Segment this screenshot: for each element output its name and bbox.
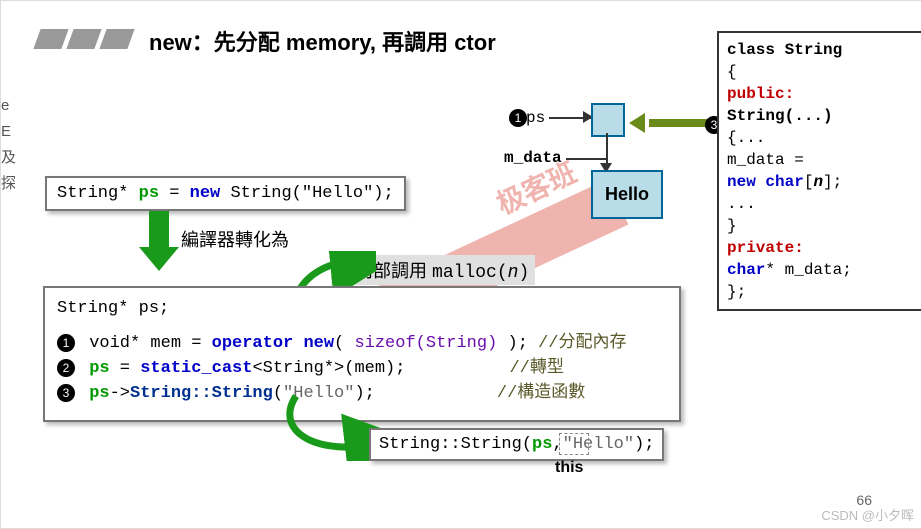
this-label: this xyxy=(555,459,583,477)
ps-box xyxy=(591,103,625,137)
ctor-call-box: String::String(ps,"Hello"); xyxy=(369,428,664,461)
step-2-badge: 2 xyxy=(57,359,75,377)
translate-label: 編譯器轉化為 xyxy=(181,226,289,252)
sidebar-cutoff: e E 及 探 xyxy=(1,93,15,197)
title-bars xyxy=(37,29,136,49)
slide-title: new：先分配 memory, 再調用 ctor xyxy=(149,25,496,57)
step-1-badge: 1 xyxy=(57,334,75,352)
arrow-down-icon xyxy=(141,211,177,271)
class-definition: class String { public: String(...) {... … xyxy=(717,31,921,311)
code-original: String* ps = new String("Hello"); xyxy=(45,176,406,211)
hello-box: Hello xyxy=(591,170,663,219)
mdata-label: m_data xyxy=(504,149,562,167)
csdn-attribution: CSDN @小夕晖 xyxy=(821,505,914,524)
step-3-badge: 3 xyxy=(57,384,75,402)
ps-label: ps xyxy=(526,109,545,127)
diagram-step-1-badge: 1 xyxy=(509,109,527,127)
curve-arrow-down-icon xyxy=(266,391,386,461)
this-highlight xyxy=(559,433,589,455)
